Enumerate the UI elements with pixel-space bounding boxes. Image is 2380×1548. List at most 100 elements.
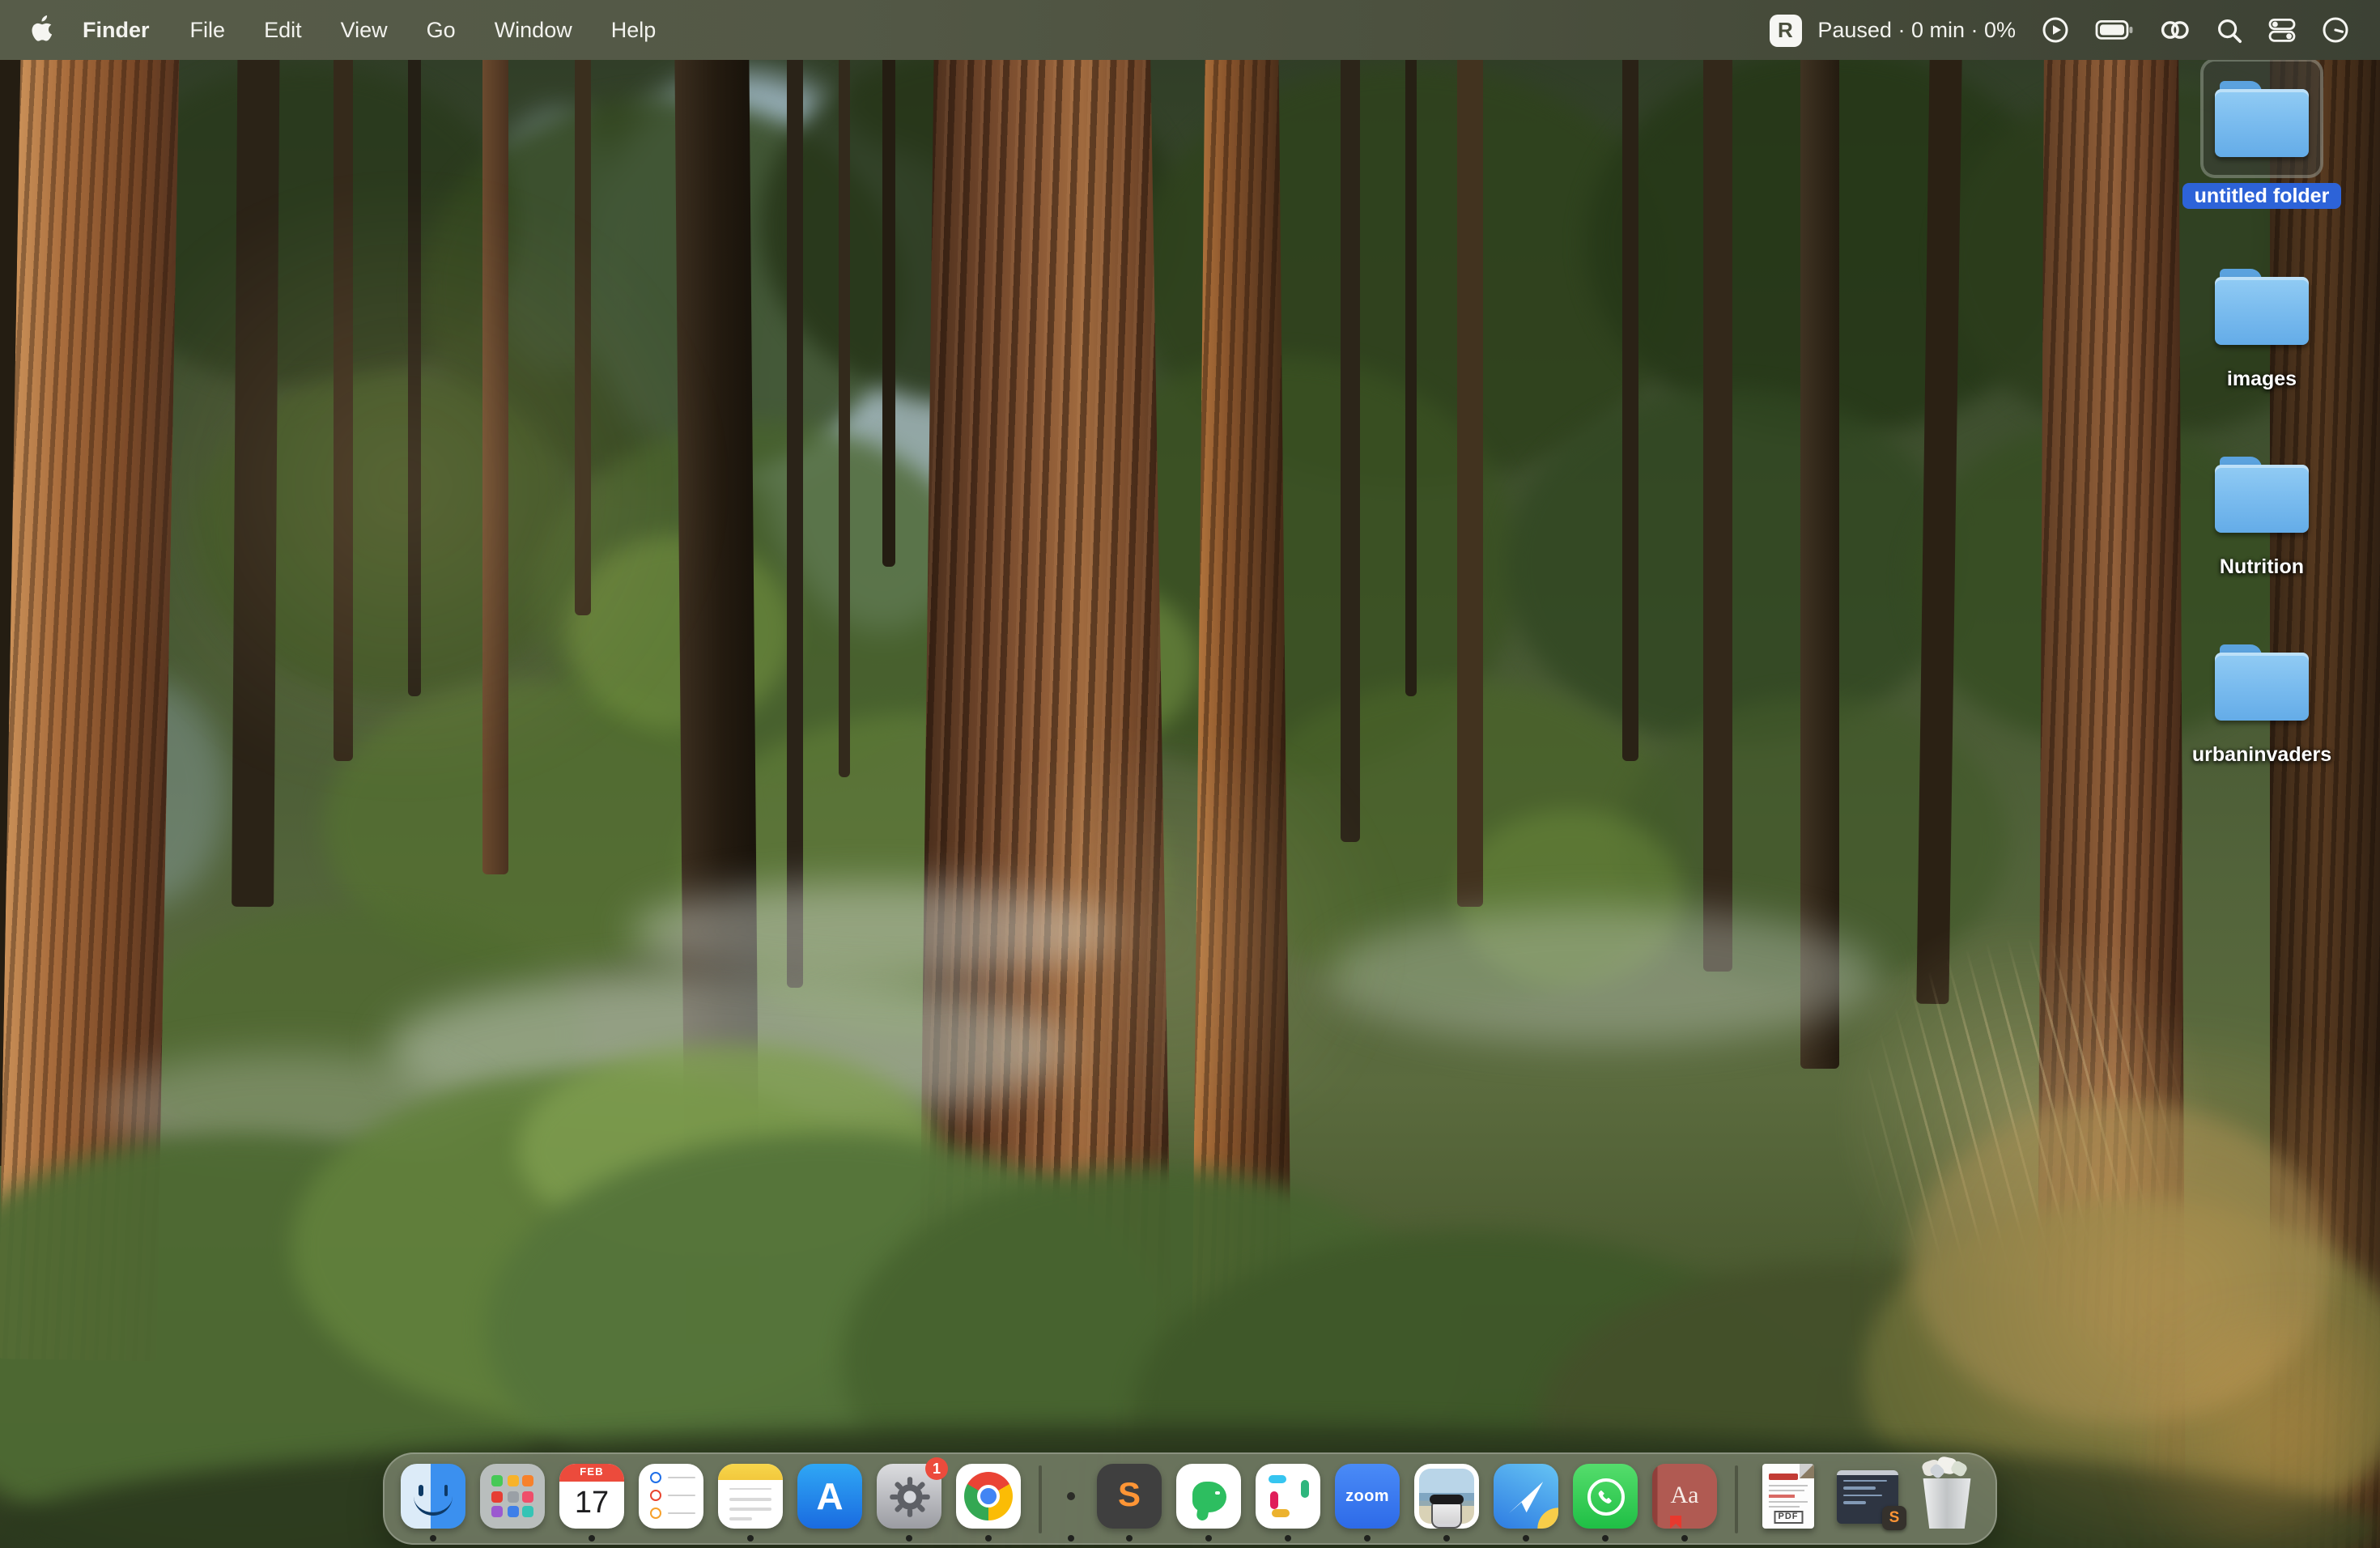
dock-dictionary[interactable]: Aa: [1652, 1464, 1717, 1529]
zoom-wordmark: zoom: [1345, 1487, 1389, 1505]
play-icon[interactable]: [2035, 16, 2076, 44]
desktop-folder-urbaninvaders[interactable]: urbaninvaders: [2171, 625, 2352, 813]
running-indicator: [747, 1535, 754, 1542]
menu-help[interactable]: Help: [592, 18, 676, 42]
minimized-window-icon: S: [1835, 1464, 1900, 1529]
apple-menu[interactable]: [28, 14, 58, 46]
folder-icon: [2215, 268, 2309, 344]
dock-whatsapp[interactable]: [1573, 1464, 1638, 1529]
notification-badge: 1: [925, 1457, 948, 1480]
dock-hidden-app[interactable]: [1060, 1464, 1082, 1529]
dock-spark[interactable]: [1494, 1464, 1558, 1529]
folder-icon: [2215, 80, 2309, 156]
gear-icon: [887, 1474, 931, 1518]
battery-icon[interactable]: [2089, 19, 2140, 40]
desktop-folder-untitled[interactable]: untitled folder: [2171, 62, 2352, 249]
running-indicator: [1602, 1535, 1609, 1542]
calendar-day: 17: [559, 1482, 624, 1527]
running-indicator: [430, 1535, 436, 1542]
folder-label[interactable]: untitled folder: [2183, 183, 2341, 209]
dock-separator: [1735, 1465, 1738, 1533]
dock-pdf-document[interactable]: PDF: [1756, 1464, 1821, 1529]
dock-system-settings[interactable]: 1: [877, 1464, 941, 1529]
slack-icon: [1256, 1464, 1320, 1529]
control-center-icon[interactable]: [2262, 16, 2302, 44]
dock-separator: [1039, 1465, 1042, 1533]
clock-icon[interactable]: [2315, 16, 2356, 44]
running-indicator: [906, 1535, 912, 1542]
loupe-icon: [1431, 1501, 1462, 1529]
running-indicator: [1443, 1535, 1450, 1542]
dock-zoom[interactable]: zoom: [1335, 1464, 1400, 1529]
menu-edit[interactable]: Edit: [244, 18, 321, 42]
running-indicator: [1205, 1535, 1212, 1542]
dictionary-book-icon: Aa: [1652, 1464, 1717, 1529]
app-store-icon: A: [797, 1464, 862, 1529]
running-indicator: [1285, 1535, 1291, 1542]
running-indicator: [1523, 1535, 1529, 1542]
menu-view[interactable]: View: [321, 18, 407, 42]
folder-icon: [2215, 456, 2309, 532]
folder-label[interactable]: images: [2227, 368, 2297, 390]
menu-bar-status: R Paused · 0 min · 0%: [1769, 14, 2380, 46]
dock-slack[interactable]: [1256, 1464, 1320, 1529]
menu-window[interactable]: Window: [475, 18, 592, 42]
desktop-folder-column: untitled folder images Nutrition urbanin…: [2171, 62, 2352, 813]
desktop-folder-images[interactable]: images: [2171, 249, 2352, 437]
dock-notes[interactable]: [718, 1464, 783, 1529]
dock-launchpad[interactable]: [480, 1464, 545, 1529]
rewind-badge[interactable]: R: [1769, 14, 1801, 46]
evernote-elephant-icon: [1176, 1464, 1241, 1529]
trash-full-icon: [1915, 1464, 1979, 1529]
dock-reminders[interactable]: [639, 1464, 703, 1529]
hidden-app-dot-icon: [1067, 1492, 1075, 1500]
chrome-icon: [956, 1464, 1021, 1529]
reminders-icon: [639, 1464, 703, 1529]
macos-desktop: Finder File Edit View Go Window Help R P…: [0, 0, 2380, 1548]
running-indicator: [1681, 1535, 1688, 1542]
dock-calendar[interactable]: FEB 17: [559, 1464, 624, 1529]
notes-icon: [718, 1464, 783, 1529]
dock-chrome[interactable]: [956, 1464, 1021, 1529]
menu-bar-left: Finder File Edit View Go Window Help: [0, 14, 675, 46]
dock-trash[interactable]: [1915, 1464, 1979, 1529]
dock-app-store[interactable]: A: [797, 1464, 862, 1529]
running-indicator: [589, 1535, 595, 1542]
folder-icon: [2215, 644, 2309, 720]
menu-app-finder[interactable]: Finder: [58, 18, 171, 42]
preview-icon: [1414, 1464, 1479, 1529]
rewind-status-text[interactable]: Paused · 0 min · 0%: [1817, 18, 2016, 42]
folder-label[interactable]: Nutrition: [2220, 555, 2304, 578]
dock-preview[interactable]: [1414, 1464, 1479, 1529]
folder-label[interactable]: urbaninvaders: [2192, 743, 2331, 766]
spotlight-search-icon[interactable]: [2210, 17, 2249, 43]
wallpaper-sequoia-forest: [0, 0, 2380, 1548]
dictionary-aa-label: Aa: [1671, 1482, 1699, 1510]
desktop-folder-nutrition[interactable]: Nutrition: [2171, 437, 2352, 625]
running-indicator: [1068, 1535, 1074, 1542]
launchpad-icon: [480, 1464, 545, 1529]
calendar-month: FEB: [559, 1464, 624, 1482]
calendar-icon: FEB 17: [559, 1464, 624, 1529]
spark-paper-plane-icon: [1494, 1464, 1558, 1529]
app-store-letter: A: [816, 1474, 843, 1518]
dock-minimized-sublime-window[interactable]: S: [1835, 1464, 1900, 1529]
whatsapp-icon: [1573, 1464, 1638, 1529]
dock-evernote[interactable]: [1176, 1464, 1241, 1529]
link-icon[interactable]: [2153, 18, 2197, 42]
pdf-document-icon: PDF: [1756, 1464, 1821, 1529]
dock: FEB 17 A 1: [383, 1452, 1997, 1545]
zoom-icon: zoom: [1335, 1464, 1400, 1529]
apple-logo-icon: [31, 14, 55, 43]
pdf-stamp: PDF: [1774, 1511, 1803, 1524]
running-indicator: [1364, 1535, 1371, 1542]
running-indicator: [1126, 1535, 1133, 1542]
menu-go[interactable]: Go: [407, 18, 475, 42]
menu-file[interactable]: File: [171, 18, 245, 42]
dock-finder[interactable]: [401, 1464, 465, 1529]
sublime-badge: S: [1882, 1505, 1906, 1529]
folder-selection-highlight: [2204, 62, 2320, 175]
finder-icon: [401, 1464, 465, 1529]
dock-sublime-text[interactable]: S: [1097, 1464, 1162, 1529]
menu-bar: Finder File Edit View Go Window Help R P…: [0, 0, 2380, 60]
